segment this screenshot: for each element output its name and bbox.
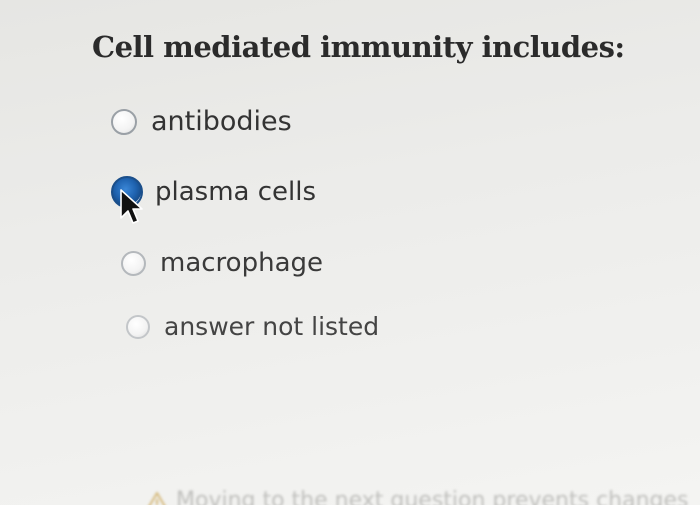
warning-icon bbox=[148, 491, 166, 505]
navigation-notice: Moving to the next question prevents cha… bbox=[146, 488, 689, 505]
option-antibodies[interactable]: antibodies bbox=[111, 106, 292, 137]
question-title: Cell mediated immunity includes: bbox=[92, 30, 625, 64]
option-label: macrophage bbox=[160, 248, 323, 278]
radio-button[interactable] bbox=[121, 250, 146, 276]
notice-text: Moving to the next question prevents cha… bbox=[176, 488, 689, 505]
option-label: answer not listed bbox=[164, 312, 380, 341]
option-answer-not-listed[interactable]: answer not listed bbox=[126, 312, 379, 341]
option-macrophage[interactable]: macrophage bbox=[121, 248, 323, 278]
radio-button[interactable] bbox=[126, 314, 150, 339]
radio-button[interactable] bbox=[111, 108, 137, 135]
mouse-cursor-icon bbox=[120, 189, 143, 224]
option-label: plasma cells bbox=[155, 177, 317, 207]
option-label: antibodies bbox=[151, 106, 292, 137]
